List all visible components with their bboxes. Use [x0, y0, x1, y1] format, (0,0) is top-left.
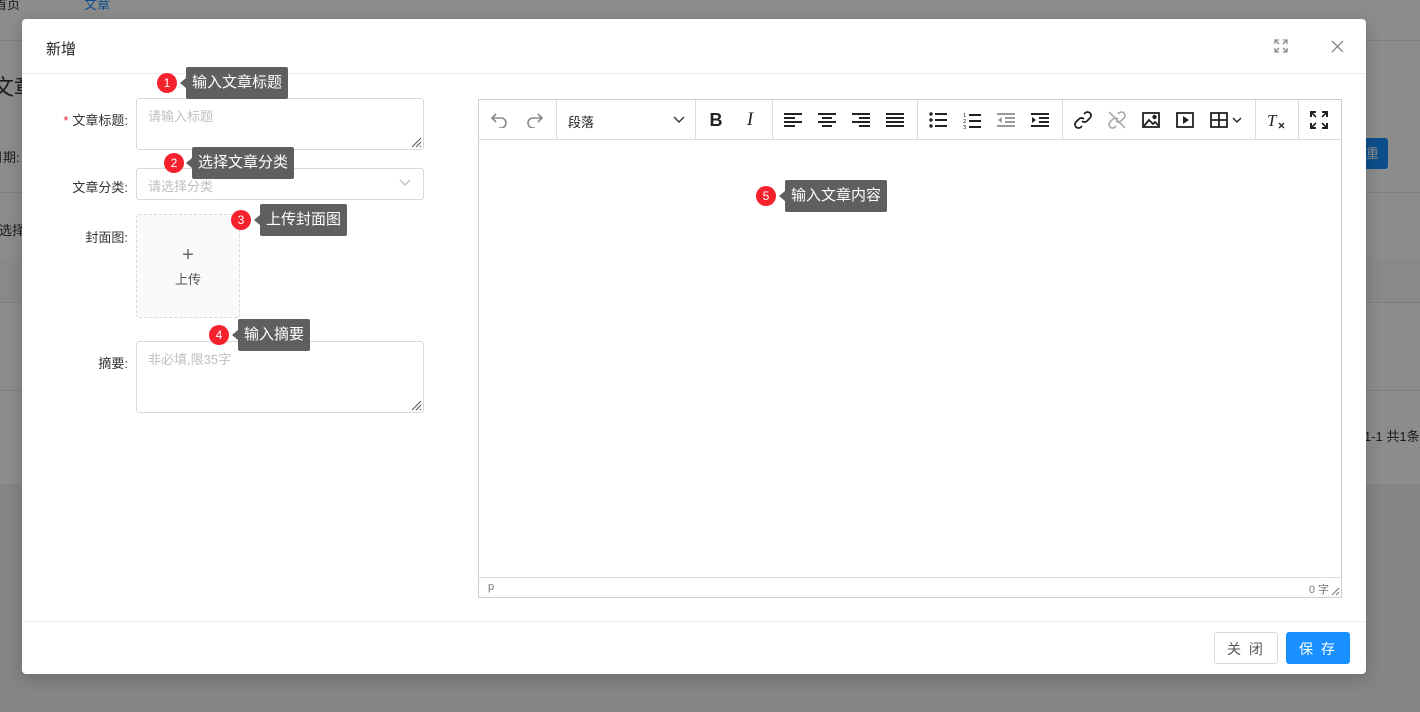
annotation-tooltip-5: 输入文章内容: [778, 180, 888, 212]
chevron-down-icon: [673, 116, 685, 123]
table-icon[interactable]: [1207, 108, 1247, 132]
numbered-list-icon[interactable]: 123: [960, 108, 984, 132]
unlink-icon[interactable]: [1105, 108, 1129, 132]
word-count: 0 字: [1308, 584, 1329, 596]
add-article-modal: 新增 * 文章标题: 请输入标题 文章分类: 请选择分类 封面图: + 上传 摘要…: [22, 19, 1366, 674]
italic-icon[interactable]: I: [738, 108, 762, 132]
undo-icon[interactable]: [487, 108, 511, 132]
align-right-icon[interactable]: [849, 108, 873, 132]
bold-icon[interactable]: B: [704, 108, 728, 132]
bullet-list-icon[interactable]: [926, 108, 950, 132]
resize-handle-icon[interactable]: [1330, 586, 1340, 596]
svg-text:3: 3: [963, 125, 966, 129]
toolbar-group-text-style: B I: [695, 100, 773, 139]
annotation-tooltip-1: 输入文章标题: [179, 67, 289, 99]
annotation-badge-4: 4: [209, 325, 229, 345]
image-icon[interactable]: [1139, 108, 1163, 132]
indent-icon[interactable]: [1028, 108, 1052, 132]
clear-format-icon[interactable]: T: [1264, 108, 1288, 132]
toolbar-group-lists: 123: [917, 100, 1063, 139]
media-icon[interactable]: [1173, 108, 1197, 132]
align-center-icon[interactable]: [815, 108, 839, 132]
category-label: 文章分类:: [72, 180, 128, 195]
redo-icon[interactable]: [523, 108, 547, 132]
title-input[interactable]: 请输入标题: [136, 98, 424, 150]
close-icon[interactable]: [1327, 36, 1347, 56]
annotation-badge-5: 5: [756, 186, 776, 206]
editor-fullscreen-icon[interactable]: [1307, 108, 1331, 132]
modal-header: 新增: [22, 19, 1366, 74]
toolbar-group-format: T: [1255, 100, 1299, 139]
annotation-tooltip-2: 选择文章分类: [185, 147, 295, 179]
summary-label: 摘要:: [98, 356, 128, 371]
resize-handle-icon[interactable]: [410, 136, 422, 148]
editor-content-area[interactable]: [479, 140, 1341, 578]
toolbar-group-insert: [1062, 100, 1256, 139]
title-label: * 文章标题:: [63, 113, 128, 128]
toolbar-group-history: [479, 100, 557, 139]
rich-text-editor: 段落 B I 123 T p 0 字: [478, 99, 1342, 598]
toolbar-group-align: [772, 100, 918, 139]
justify-icon[interactable]: [883, 108, 907, 132]
outdent-icon[interactable]: [994, 108, 1018, 132]
svg-text:T: T: [1267, 111, 1278, 129]
required-marker: *: [63, 113, 69, 128]
cover-label: 封面图:: [85, 230, 128, 245]
annotation-badge-2: 2: [164, 153, 184, 173]
upload-label: 上传: [174, 272, 201, 287]
chevron-down-icon: [399, 179, 411, 186]
align-left-icon[interactable]: [781, 108, 805, 132]
summary-input[interactable]: 非必填,限35字: [136, 341, 424, 413]
close-button[interactable]: 关 闭: [1214, 632, 1278, 664]
element-path[interactable]: p: [488, 581, 494, 593]
save-button[interactable]: 保 存: [1286, 632, 1350, 664]
annotation-tooltip-4: 输入摘要: [231, 319, 311, 351]
paragraph-select-label: 段落: [568, 115, 595, 130]
modal-title: 新增: [46, 41, 77, 58]
modal-footer: 关 闭 保 存: [22, 621, 1366, 674]
annotation-tooltip-3: 上传封面图: [253, 204, 348, 236]
annotation-badge-1: 1: [157, 73, 177, 93]
plus-icon: +: [182, 244, 194, 266]
title-placeholder: 请输入标题: [148, 109, 214, 124]
summary-placeholder: 非必填,限35字: [148, 352, 232, 367]
annotation-badge-3: 3: [231, 210, 251, 230]
fullscreen-icon[interactable]: [1271, 36, 1291, 56]
paragraph-select[interactable]: 段落: [556, 100, 696, 139]
editor-statusbar: p 0 字: [479, 577, 1341, 597]
cover-upload[interactable]: + 上传: [136, 214, 240, 318]
editor-toolbar: 段落 B I 123 T: [479, 100, 1341, 140]
link-icon[interactable]: [1071, 108, 1095, 132]
resize-handle-icon[interactable]: [410, 399, 422, 411]
